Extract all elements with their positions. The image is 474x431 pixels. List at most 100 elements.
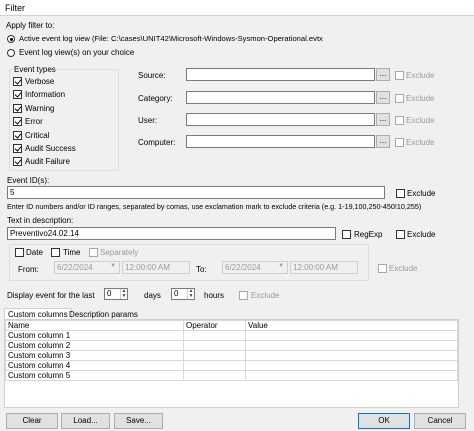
table-row[interactable]: Custom column 3: [5, 350, 458, 361]
last-exclude-checkbox[interactable]: [239, 291, 248, 300]
event-ids-label: Event ID(s):: [7, 176, 50, 185]
table-row[interactable]: Custom column 5: [5, 370, 458, 381]
category-exclude-checkbox[interactable]: [395, 94, 404, 103]
row-name-cell[interactable]: Custom column 1: [5, 330, 184, 341]
audit-failure-checkbox[interactable]: [13, 157, 22, 166]
active-log-radio[interactable]: [7, 35, 15, 43]
source-browse-button[interactable]: ...: [376, 68, 390, 81]
time-checkbox[interactable]: [51, 248, 60, 257]
row-value-cell[interactable]: [245, 330, 458, 341]
error-checkbox[interactable]: [13, 117, 22, 126]
date-exclude-checkbox[interactable]: [378, 264, 387, 273]
to-time-picker[interactable]: 12:00:00 AM: [290, 261, 358, 274]
time-label[interactable]: Time: [63, 248, 80, 258]
choice-log-label[interactable]: Event log view(s) on your choice: [19, 48, 134, 58]
regexp-checkbox[interactable]: [342, 230, 351, 239]
hours-stepper-arrows-icon[interactable]: ▲ ▼: [187, 289, 194, 299]
days-stepper[interactable]: 0 ▲ ▼: [104, 288, 128, 300]
user-exclude-label: Exclude: [406, 116, 435, 125]
from-date-picker[interactable]: 6/22/2024 ▼: [54, 261, 120, 274]
critical-checkbox[interactable]: [13, 131, 22, 140]
operator-column-header[interactable]: Operator: [183, 320, 246, 331]
audit-success-label[interactable]: Audit Success: [25, 144, 76, 154]
regexp-label[interactable]: RegExp: [354, 230, 382, 240]
row-value-cell[interactable]: [245, 350, 458, 361]
audit-failure-label[interactable]: Audit Failure: [25, 157, 70, 167]
load-button[interactable]: Load...: [61, 413, 110, 429]
event-ids-hint: Enter ID numbers and/or ID ranges, separ…: [7, 202, 422, 211]
event-ids-exclude-checkbox[interactable]: [396, 189, 405, 198]
to-date-dropdown-icon: ▼: [278, 263, 284, 269]
separately-checkbox[interactable]: [89, 248, 98, 257]
user-browse-button[interactable]: ...: [376, 113, 390, 126]
computer-browse-button[interactable]: ...: [376, 135, 390, 148]
table-row[interactable]: Custom column 2: [5, 340, 458, 351]
row-value-cell[interactable]: [245, 360, 458, 371]
computer-exclude-checkbox[interactable]: [395, 138, 404, 147]
row-operator-cell[interactable]: [183, 330, 246, 341]
row-value-cell[interactable]: [245, 370, 458, 381]
choice-log-radio[interactable]: [7, 49, 15, 57]
row-name-cell[interactable]: Custom column 3: [5, 350, 184, 361]
row-name-cell[interactable]: Custom column 4: [5, 360, 184, 371]
source-exclude-checkbox[interactable]: [395, 71, 404, 80]
row-name-cell[interactable]: Custom column 5: [5, 370, 184, 381]
verbose-label[interactable]: Verbose: [25, 77, 54, 87]
save-button[interactable]: Save...: [114, 413, 163, 429]
table-header-row: Name Operator Value: [5, 320, 458, 331]
row-operator-cell[interactable]: [183, 360, 246, 371]
date-exclude-label: Exclude: [389, 264, 418, 273]
last-label: Display event for the last: [7, 291, 95, 300]
date-checkbox[interactable]: [15, 248, 24, 257]
cancel-button[interactable]: Cancel: [414, 413, 466, 429]
computer-exclude-label: Exclude: [406, 138, 435, 147]
computer-input[interactable]: [186, 135, 375, 148]
days-stepper-arrows-icon[interactable]: ▲ ▼: [120, 289, 127, 299]
row-value-cell[interactable]: [245, 340, 458, 351]
event-ids-input[interactable]: 5: [7, 186, 385, 199]
table-row[interactable]: Custom column 4: [5, 360, 458, 371]
active-log-label[interactable]: Active event log view (File: C:\cases\UN…: [19, 34, 323, 44]
apply-filter-label: Apply filter to:: [6, 21, 55, 30]
date-label[interactable]: Date: [26, 248, 43, 258]
table-row[interactable]: Custom column 1: [5, 330, 458, 341]
clear-button[interactable]: Clear: [6, 413, 58, 429]
warning-label[interactable]: Warning: [25, 104, 55, 114]
row-operator-cell[interactable]: [183, 340, 246, 351]
category-browse-button[interactable]: ...: [376, 91, 390, 104]
audit-success-checkbox[interactable]: [13, 144, 22, 153]
row-operator-cell[interactable]: [183, 350, 246, 361]
name-column-header[interactable]: Name: [5, 320, 184, 331]
hours-label: hours: [204, 291, 225, 300]
ok-button[interactable]: OK: [358, 413, 410, 429]
event-ids-value: 5: [10, 188, 15, 197]
user-input[interactable]: [186, 113, 375, 126]
information-checkbox[interactable]: [13, 90, 22, 99]
event-ids-exclude-label[interactable]: Exclude: [407, 189, 435, 199]
category-label: Category:: [138, 94, 173, 103]
from-time-picker[interactable]: 12:00:00 AM: [122, 261, 190, 274]
description-input[interactable]: Preventivo24.02.14: [7, 227, 336, 240]
title-bar: Filter: [0, 0, 474, 16]
to-time-value: 12:00:00 AM: [293, 263, 338, 272]
verbose-checkbox[interactable]: [13, 77, 22, 86]
description-exclude-checkbox[interactable]: [396, 230, 405, 239]
to-date-picker[interactable]: 6/22/2024 ▼: [222, 261, 288, 274]
row-name-cell[interactable]: Custom column 2: [5, 340, 184, 351]
value-column-header[interactable]: Value: [245, 320, 458, 331]
row-operator-cell[interactable]: [183, 370, 246, 381]
error-label[interactable]: Error: [25, 117, 43, 127]
window-title: Filter: [5, 3, 25, 13]
description-exclude-label[interactable]: Exclude: [407, 230, 435, 240]
to-date-value: 6/22/2024: [225, 263, 261, 272]
hours-stepper[interactable]: 0 ▲ ▼: [171, 288, 195, 300]
source-input[interactable]: [186, 68, 375, 81]
critical-label[interactable]: Critical: [25, 131, 49, 141]
days-label: days: [144, 291, 161, 300]
warning-checkbox[interactable]: [13, 104, 22, 113]
category-input[interactable]: [186, 91, 375, 104]
category-exclude-label: Exclude: [406, 94, 435, 103]
description-label: Text in description:: [7, 216, 74, 225]
user-exclude-checkbox[interactable]: [395, 116, 404, 125]
information-label[interactable]: Information: [25, 90, 65, 100]
